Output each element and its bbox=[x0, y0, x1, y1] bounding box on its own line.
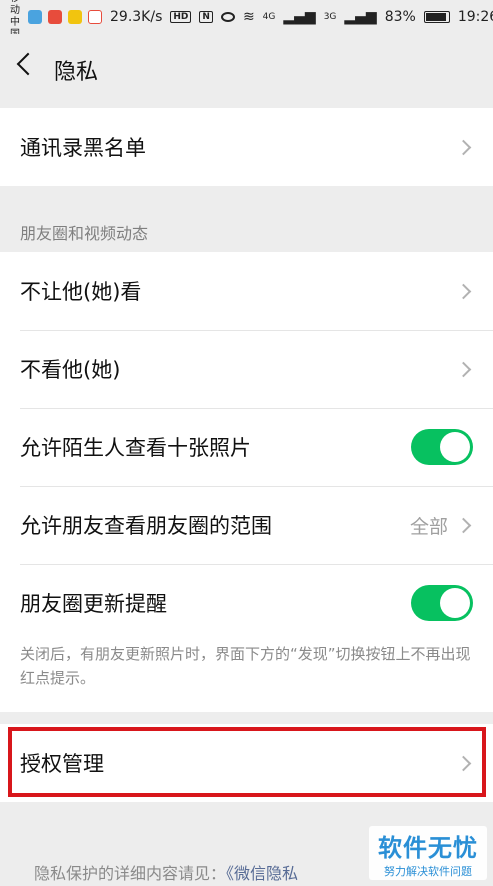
privacy-policy-link[interactable]: 《微信隐私 bbox=[226, 864, 298, 883]
footer-prefix: 隐私保护的详细内容请见： bbox=[34, 864, 227, 883]
row-stranger-ten-photos: 允许陌生人查看十张照片 bbox=[0, 408, 493, 486]
section-title-moments: 朋友圈和视频动态 bbox=[20, 224, 149, 243]
row-hide-from[interactable]: 不让他(她)看 bbox=[0, 252, 493, 330]
network-4g: 4G bbox=[262, 12, 276, 22]
watermark-subtitle: 努力解决软件问题 bbox=[384, 864, 472, 878]
status-right: 29.3K/s HD N ≋ 4G ▂▄▆ 3G ▂▄▆ 83% 19:26 bbox=[110, 9, 493, 25]
network-3g: 3G bbox=[323, 12, 337, 22]
hd-icon: HD bbox=[170, 11, 192, 23]
reminder-note: 关闭后，有朋友更新照片时，界面下方的“发现”切换按钮上不再出现红点提示。 bbox=[20, 645, 471, 687]
nav-header: 隐私 bbox=[0, 34, 493, 100]
privacy-footer: 隐私保护的详细内容请见：《微信隐私 bbox=[34, 860, 298, 884]
row-label: 通讯录黑名单 bbox=[20, 136, 146, 160]
notification-icons bbox=[28, 10, 102, 24]
battery-percent: 83% bbox=[384, 9, 416, 25]
row-right bbox=[455, 755, 473, 771]
app-notify-icon bbox=[28, 10, 42, 24]
row-right bbox=[411, 585, 473, 621]
watermark-title: 软件无忧 bbox=[378, 833, 478, 862]
signal-icon: ▂▄▆ bbox=[344, 9, 377, 25]
wifi-icon: ≋ bbox=[242, 9, 255, 25]
carrier-1: 中国移动 bbox=[10, 0, 20, 16]
row-contacts-blacklist[interactable]: 通讯录黑名单 bbox=[0, 108, 493, 186]
app-notify-icon bbox=[48, 10, 62, 24]
watermark: 软件无忧 努力解决软件问题 bbox=[369, 826, 487, 880]
row-label: 不让他(她)看 bbox=[20, 280, 142, 304]
row-right bbox=[455, 139, 473, 155]
app-notify-icon bbox=[68, 10, 82, 24]
range-value: 全部 bbox=[409, 515, 448, 538]
nfc-icon: N bbox=[199, 11, 213, 23]
app-notify-icon bbox=[88, 10, 102, 24]
page-title: 隐私 bbox=[54, 60, 99, 85]
row-label: 不看他(她) bbox=[20, 358, 121, 382]
status-bar: 中国移动 中国联通 29.3K/s HD N ≋ 4G ▂▄▆ 3G ▂▄▆ 8… bbox=[0, 0, 493, 64]
contacts-card: 通讯录黑名单 bbox=[0, 108, 493, 186]
row-update-reminder: 朋友圈更新提醒 bbox=[0, 564, 493, 642]
chevron-right-icon bbox=[455, 139, 472, 155]
row-moments-range[interactable]: 允许朋友查看朋友圈的范围 全部 bbox=[0, 486, 493, 564]
update-reminder-toggle[interactable] bbox=[411, 585, 473, 621]
stranger-ten-toggle[interactable] bbox=[411, 429, 473, 465]
chevron-right-icon bbox=[455, 283, 472, 299]
row-label: 允许陌生人查看十张照片 bbox=[20, 436, 251, 460]
clock: 19:26 bbox=[457, 9, 493, 25]
chevron-right-icon bbox=[455, 517, 472, 533]
row-auth-management[interactable]: 授权管理 bbox=[0, 724, 493, 802]
row-right bbox=[455, 361, 473, 377]
row-right bbox=[411, 429, 473, 465]
chevron-right-icon bbox=[455, 361, 472, 377]
signal-icon: ▂▄▆ bbox=[283, 9, 316, 25]
row-dont-see[interactable]: 不看他(她) bbox=[0, 330, 493, 408]
eye-icon bbox=[220, 12, 235, 22]
net-speed: 29.3K/s bbox=[110, 9, 163, 25]
moments-card: 不让他(她)看 不看他(她) 允许陌生人查看十张照片 允许朋友查看朋友圈的范围 … bbox=[0, 252, 493, 712]
chevron-right-icon bbox=[455, 755, 472, 771]
row-label: 允许朋友查看朋友圈的范围 bbox=[20, 514, 272, 538]
row-label: 授权管理 bbox=[20, 752, 104, 776]
back-arrow-icon[interactable] bbox=[16, 52, 40, 76]
row-right: 全部 bbox=[410, 512, 473, 539]
auth-card: 授权管理 bbox=[0, 724, 493, 802]
battery-icon bbox=[423, 11, 450, 23]
row-right bbox=[455, 283, 473, 299]
row-label: 朋友圈更新提醒 bbox=[20, 592, 167, 616]
